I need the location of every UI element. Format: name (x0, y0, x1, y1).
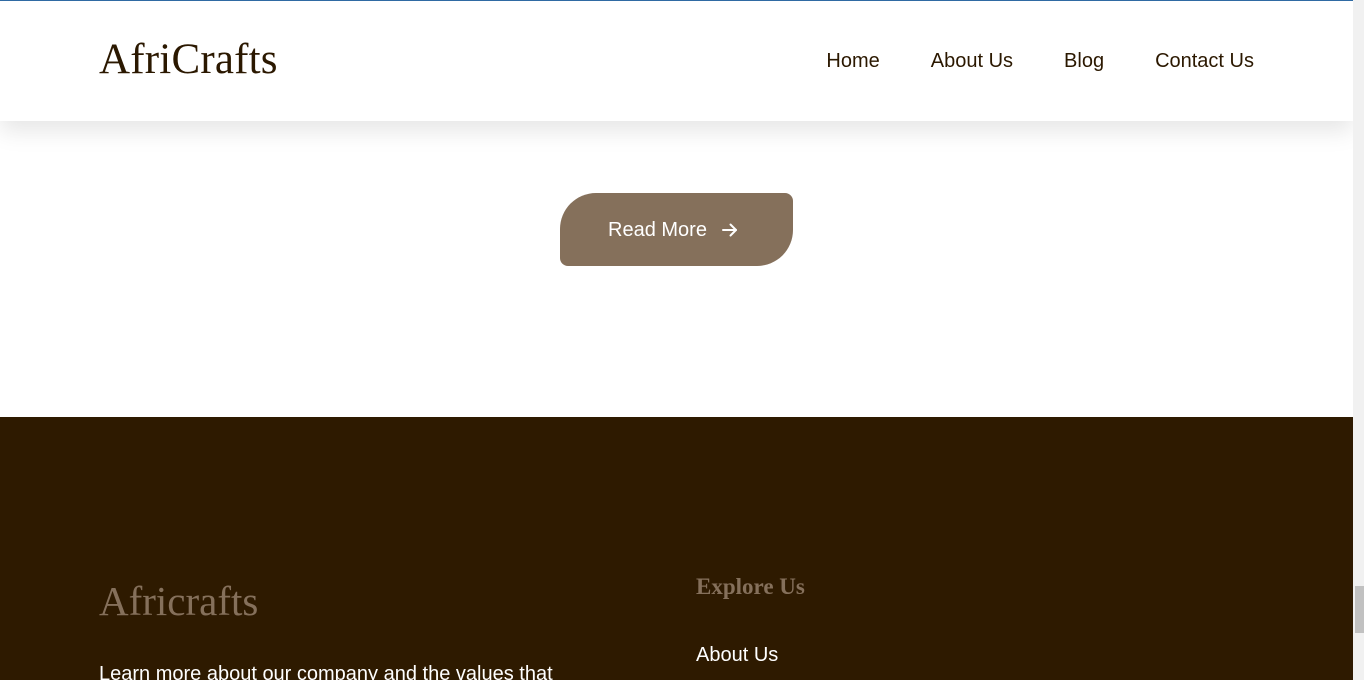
site-footer: Africrafts Learn more about our company … (0, 417, 1353, 680)
footer-description: Learn more about our company and the val… (99, 663, 553, 680)
site-header: AfriCrafts Home About Us Blog Contact Us (0, 1, 1353, 121)
site-logo[interactable]: AfriCrafts (99, 35, 278, 85)
footer-brand: Africrafts (99, 578, 259, 624)
arrow-right-icon (721, 221, 739, 239)
footer-link-about-us[interactable]: About Us (696, 642, 778, 668)
nav-item-contact-us[interactable]: Contact Us (1155, 48, 1254, 74)
nav-item-blog[interactable]: Blog (1064, 48, 1104, 74)
nav-item-about-us[interactable]: About Us (931, 48, 1013, 74)
read-more-label: Read More (608, 218, 707, 241)
top-accent-line (0, 0, 1364, 1)
main-nav: Home About Us Blog Contact Us (826, 48, 1254, 74)
page: AfriCrafts Home About Us Blog Contact Us… (0, 0, 1364, 680)
read-more-button[interactable]: Read More (560, 193, 793, 266)
nav-item-home[interactable]: Home (826, 48, 879, 74)
scrollbar-thumb[interactable] (1355, 586, 1364, 633)
explore-us-heading: Explore Us (696, 574, 805, 599)
page-scrollbar[interactable] (1353, 0, 1364, 680)
